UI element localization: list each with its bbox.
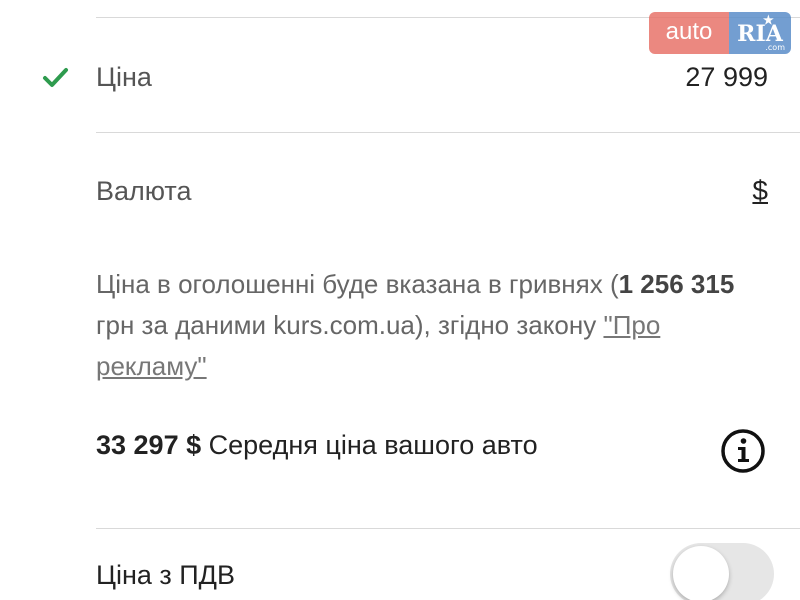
watermark-ria: RIA ★ .com bbox=[729, 12, 791, 54]
currency-label: Валюта bbox=[96, 176, 192, 206]
price-label: Ціна bbox=[96, 62, 152, 92]
autoria-watermark: auto RIA ★ .com bbox=[649, 12, 791, 54]
note-text-start: Ціна в оголошенні буде вказана в гривнях… bbox=[96, 269, 619, 299]
price-value[interactable]: 27 999 bbox=[685, 62, 768, 93]
note-text-middle: грн за даними kurs.com.ua), згідно закон… bbox=[96, 310, 604, 340]
divider-price bbox=[96, 132, 800, 133]
watermark-auto: auto bbox=[649, 12, 729, 54]
vat-toggle[interactable] bbox=[670, 543, 774, 600]
watermark-suffix: .com bbox=[765, 43, 785, 52]
divider-average bbox=[96, 528, 800, 529]
price-form: Ціна 27 999 Валюта $ Ціна в оголошенні б… bbox=[0, 0, 800, 600]
currency-selector[interactable]: $ bbox=[752, 175, 768, 207]
note-amount: 1 256 315 bbox=[618, 269, 735, 299]
vat-toggle-knob bbox=[673, 546, 729, 600]
star-icon: ★ bbox=[763, 13, 774, 27]
average-text: Середня ціна вашого авто bbox=[201, 430, 538, 460]
check-icon bbox=[43, 68, 68, 87]
vat-label: Ціна з ПДВ bbox=[96, 560, 235, 590]
average-price: 33 297 $ Середня ціна вашого авто bbox=[96, 430, 538, 461]
average-amount: 33 297 $ bbox=[96, 430, 202, 460]
info-icon[interactable] bbox=[720, 428, 766, 474]
price-conversion-note: Ціна в оголошенні буде вказана в гривнях… bbox=[96, 264, 756, 387]
